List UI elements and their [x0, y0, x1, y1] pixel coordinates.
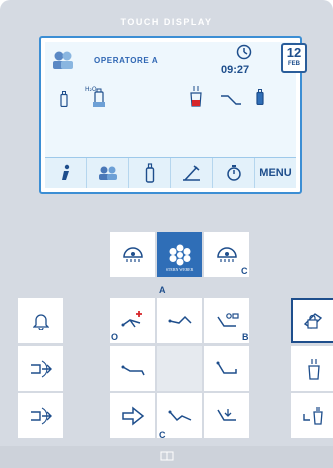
- light-button[interactable]: [110, 232, 155, 277]
- water-bottle-icon: H₂O: [85, 86, 105, 107]
- cup-rinse-icon: [302, 406, 323, 425]
- timer-icon: [226, 165, 241, 181]
- menu-label: MENU: [259, 167, 292, 179]
- instrument-button[interactable]: [171, 158, 213, 188]
- panel-title: TOUCH DISPLAY: [120, 17, 213, 27]
- chair-center-blank: [157, 346, 202, 391]
- date-day: 12: [286, 45, 302, 60]
- bottle-button[interactable]: [129, 158, 171, 188]
- light-c-icon: [216, 246, 237, 262]
- bottle-icon: [256, 89, 264, 105]
- instrument-icon: [182, 165, 200, 181]
- chair-a-icon: [168, 315, 192, 324]
- brand-label: STERN WEBER: [165, 267, 194, 272]
- hold-mark-o: O: [111, 332, 119, 342]
- chair-a-button[interactable]: [157, 298, 202, 343]
- chair-settings-icon: [216, 312, 239, 327]
- bottle-icon: [145, 163, 154, 183]
- return-icon: [121, 405, 144, 426]
- cup-fill-icon: [190, 86, 202, 107]
- spittoon-icon: [221, 95, 241, 105]
- light-icon: [122, 246, 143, 262]
- time-display: 09:27: [221, 64, 250, 76]
- cup-rinse-button[interactable]: [291, 393, 333, 438]
- operators-button[interactable]: [87, 158, 129, 188]
- chair-b-button[interactable]: [204, 346, 249, 391]
- exit-right-icon: [30, 407, 52, 424]
- exit-left-icon: [30, 360, 52, 377]
- return-button[interactable]: [110, 393, 155, 438]
- chair-down-icon: [216, 408, 236, 421]
- date-display: 12 FEB: [281, 43, 307, 73]
- bell-icon: [32, 313, 49, 330]
- cup-fill-button[interactable]: [291, 346, 333, 391]
- info-button[interactable]: [45, 158, 87, 188]
- chair-b-icon: [216, 361, 237, 374]
- clock-icon: [236, 44, 252, 60]
- screen-bottom-bar: MENU: [45, 157, 296, 188]
- chair-lock-icon: [303, 312, 322, 329]
- timer-button[interactable]: [213, 158, 255, 188]
- operators-icon: [53, 51, 73, 69]
- hold-mark-c: C: [241, 266, 248, 276]
- chair-o-button[interactable]: [110, 346, 155, 391]
- chair-c-icon: [168, 410, 191, 421]
- hold-mark-c-bottom: C: [159, 430, 166, 440]
- menu-button[interactable]: MENU: [255, 158, 296, 188]
- stern-weber-logo-button[interactable]: STERN WEBER: [157, 232, 202, 277]
- date-month: FEB: [288, 61, 300, 67]
- manual-icon: [160, 451, 174, 461]
- cup-fill-icon: [307, 358, 320, 380]
- chair-down-button[interactable]: [204, 393, 249, 438]
- operators-icon: [98, 166, 117, 180]
- exit-left-button[interactable]: [18, 346, 63, 391]
- bottle-icon: [60, 91, 68, 107]
- info-icon: [61, 164, 69, 180]
- chair-o-icon: [121, 365, 145, 375]
- chair-lock-button[interactable]: [291, 298, 333, 343]
- operator-name: OPERATORE A: [94, 56, 159, 65]
- hold-mark-a: A: [159, 285, 166, 295]
- chair-plus-icon: [121, 310, 142, 327]
- touch-screen[interactable]: MENU: [39, 36, 302, 194]
- bell-button[interactable]: [18, 298, 63, 343]
- hold-mark-b: B: [242, 332, 249, 342]
- exit-right-button[interactable]: [18, 393, 63, 438]
- stern-weber-logo-icon: [169, 244, 190, 265]
